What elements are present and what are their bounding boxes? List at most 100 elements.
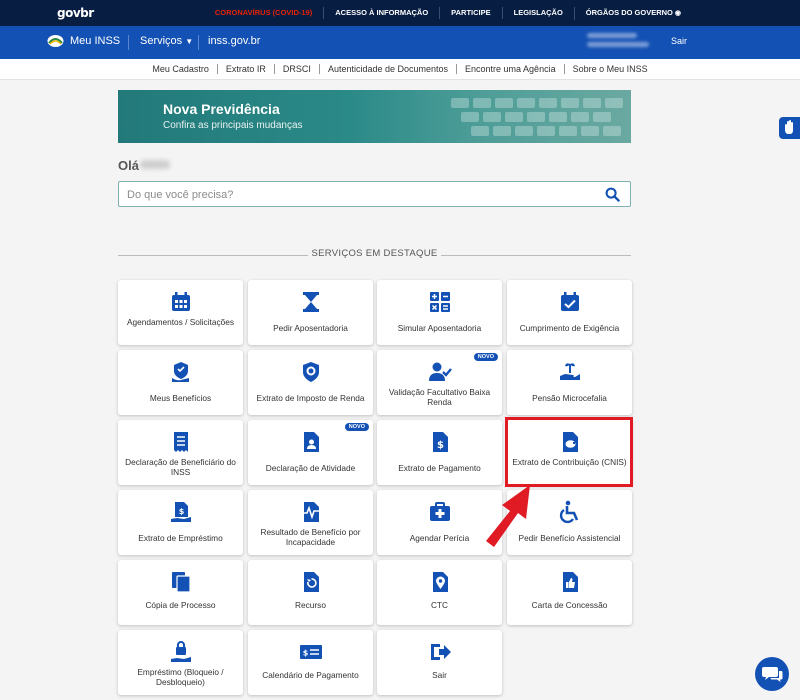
new-badge: NOVO <box>344 423 369 431</box>
card-label: Declaração de Atividade <box>265 463 356 473</box>
subnav-extrato-ir[interactable]: Extrato IR <box>216 64 274 74</box>
header-divider <box>128 35 129 50</box>
card-label: Pedir Aposentadoria <box>273 323 348 333</box>
copy-icon <box>171 572 191 593</box>
card-meus-beneficios[interactable]: Meus Benefícios <box>118 350 243 415</box>
gov-link-covid[interactable]: CORONAVÍRUS (COVID-19) <box>204 7 323 19</box>
gov-links: CORONAVÍRUS (COVID-19) ACESSO À INFORMAÇ… <box>204 0 692 26</box>
brand-name: Meu INSS <box>70 35 121 47</box>
inss-logo-icon <box>47 35 64 47</box>
chevron-down-icon: ▼ <box>185 37 194 46</box>
card-label: Recurso <box>295 600 326 610</box>
red-arrow-icon <box>486 485 530 547</box>
card-label: Cópia de Processo <box>145 600 216 610</box>
app-header: Meu INSS Serviços ▼ inss.gov.br Sair <box>0 26 800 59</box>
card-label: Meus Benefícios <box>149 393 212 403</box>
card-label: Agendamentos / Solicitações <box>126 317 234 327</box>
card-declaracao-atividade[interactable]: NOVO Declaração de Atividade <box>248 420 373 485</box>
user-check-icon <box>428 362 452 381</box>
card-pedir-aposentadoria[interactable]: Pedir Aposentadoria <box>248 280 373 345</box>
gov-link-legislacao[interactable]: LEGISLAÇÃO <box>501 7 574 19</box>
card-label: Simular Aposentadoria <box>397 323 482 333</box>
accessibility-button[interactable] <box>779 117 800 139</box>
search-input[interactable] <box>127 187 587 202</box>
section-title: SERVIÇOS EM DESTAQUE <box>311 248 438 259</box>
hand-sign-icon <box>785 120 793 134</box>
receipt-icon <box>173 432 188 452</box>
card-label: Calendário de Pagamento <box>262 670 359 680</box>
card-validacao-facultativo[interactable]: NOVO Validação Facultativo Baixa Renda <box>377 350 502 415</box>
search-box <box>118 181 631 207</box>
card-declaracao-beneficiario[interactable]: Declaração de Beneficiário do INSS <box>118 420 243 485</box>
search-icon[interactable] <box>605 187 620 202</box>
lion-shield-icon <box>302 362 319 382</box>
card-label: Extrato de Imposto de Renda <box>256 393 365 403</box>
subnav-encontre-agencia[interactable]: Encontre uma Agência <box>456 64 564 74</box>
shield-hand-icon <box>171 362 189 382</box>
thumbs-up-document-icon <box>562 572 578 592</box>
govbr-logo[interactable]: govbr <box>57 6 94 20</box>
svg-text:$: $ <box>178 507 184 516</box>
card-agendamentos[interactable]: Agendamentos / Solicitações <box>118 280 243 345</box>
card-cumprimento-exigencia[interactable]: Cumprimento de Exigência <box>507 280 632 345</box>
card-label: Cumprimento de Exigência <box>519 323 620 333</box>
svg-text:$: $ <box>437 440 444 451</box>
card-pensao-microcefalia[interactable]: Pensão Microcefalia <box>507 350 632 415</box>
sign-out-icon <box>430 644 451 660</box>
banner-title: Nova Previdência <box>163 101 280 117</box>
card-sair[interactable]: Sair <box>377 630 502 695</box>
divider-line <box>441 255 631 256</box>
header-divider <box>198 35 199 50</box>
keyboard-decor-icon <box>451 98 623 136</box>
money-bill-icon: $ <box>299 645 322 659</box>
hand-plant-icon <box>559 363 580 380</box>
gov-link-participe[interactable]: PARTICIPE <box>439 7 501 19</box>
card-copia-processo[interactable]: Cópia de Processo <box>118 560 243 625</box>
banner-subtitle: Confira as principais mudanças <box>163 120 303 131</box>
servicos-menu[interactable]: Serviços ▼ <box>140 35 193 47</box>
card-extrato-emprestimo[interactable]: $ Extrato de Empréstimo <box>118 490 243 555</box>
card-label: Resultado de Benefício por Incapacidade <box>260 527 361 547</box>
card-ctc[interactable]: CTC <box>377 560 502 625</box>
card-label: Extrato de Empréstimo <box>138 533 223 543</box>
calculator-icon <box>429 292 450 312</box>
subnav-drsci[interactable]: DRSCI <box>273 64 319 74</box>
card-extrato-imposto-renda[interactable]: Extrato de Imposto de Renda <box>248 350 373 415</box>
pin-document-icon <box>432 572 448 592</box>
id-document-icon <box>303 432 319 452</box>
chat-button[interactable] <box>755 657 789 691</box>
subnav-meu-cadastro[interactable]: Meu Cadastro <box>144 64 217 74</box>
card-simular-aposentadoria[interactable]: Simular Aposentadoria <box>377 280 502 345</box>
svg-text:$: $ <box>302 649 308 658</box>
card-resultado-incapacidade[interactable]: Resultado de Benefício por Incapacidade <box>248 490 373 555</box>
user-info-redacted <box>587 33 649 52</box>
card-recurso[interactable]: Recurso <box>248 560 373 625</box>
loan-document-icon: $ <box>170 502 191 522</box>
logout-link[interactable]: Sair <box>671 36 687 46</box>
card-label: Sair <box>432 670 447 680</box>
lock-document-icon <box>170 641 191 662</box>
domain-link[interactable]: inss.gov.br <box>208 35 260 47</box>
pulse-document-icon <box>300 502 321 522</box>
gov-link-acesso[interactable]: ACESSO À INFORMAÇÃO <box>323 7 439 19</box>
promo-banner[interactable]: Nova Previdência Confira as principais m… <box>118 90 631 143</box>
gov-link-orgaos-label: ÓRGÃOS DO GOVERNO <box>585 7 673 17</box>
subnav-sobre[interactable]: Sobre o Meu INSS <box>563 64 656 74</box>
brand[interactable]: Meu INSS <box>47 34 120 48</box>
card-calendario-pagamento[interactable]: $ Calendário de Pagamento <box>248 630 373 695</box>
gov-link-orgaos[interactable]: ÓRGÃOS DO GOVERNO ◉ <box>573 6 692 20</box>
card-emprestimo-bloqueio[interactable]: Empréstimo (Bloqueio / Desbloqueio) <box>118 630 243 695</box>
wheelchair-icon <box>559 500 578 524</box>
dollar-document-icon: $ <box>432 432 448 452</box>
card-carta-concessao[interactable]: Carta de Concessão <box>507 560 632 625</box>
card-label: Validação Facultativo Baixa Renda <box>388 387 491 407</box>
medical-kit-icon <box>429 502 450 521</box>
card-label: Empréstimo (Bloqueio / Desbloqueio) <box>137 667 224 687</box>
subnav-autenticidade[interactable]: Autenticidade de Documentos <box>318 64 456 74</box>
calendar-icon <box>171 292 190 311</box>
chevron-down-icon: ◉ <box>674 9 681 17</box>
servicos-label: Serviços <box>140 35 183 47</box>
new-badge: NOVO <box>473 353 498 361</box>
greeting: Olá <box>118 158 139 173</box>
card-label: Carta de Concessão <box>531 600 608 610</box>
